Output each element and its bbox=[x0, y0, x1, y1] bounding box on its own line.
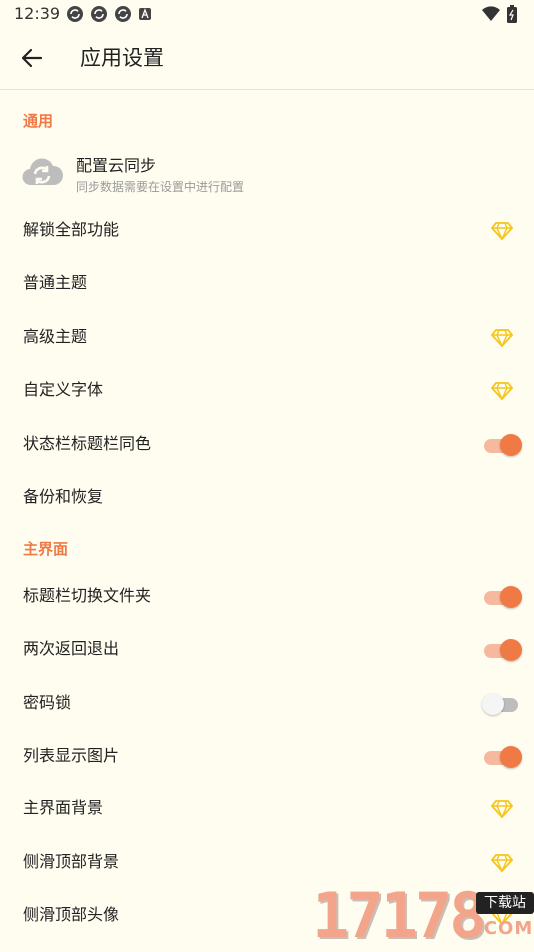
setting-label: 普通主题 bbox=[23, 273, 88, 292]
setting-label: 自定义字体 bbox=[23, 380, 104, 399]
setting-label: 主界面背景 bbox=[23, 798, 104, 817]
setting-label: 密码锁 bbox=[23, 693, 72, 712]
toggle-switch[interactable] bbox=[482, 638, 522, 662]
watermark-badge: 下载站 bbox=[476, 892, 534, 914]
setting-label: 两次返回退出 bbox=[23, 639, 120, 658]
setting-unlock-all[interactable]: 解锁全部功能 bbox=[0, 206, 534, 256]
premium-diamond-icon bbox=[482, 784, 522, 834]
premium-diamond-icon bbox=[482, 366, 522, 416]
status-bar: 12:39 bbox=[0, 0, 534, 28]
section-header-general: 通用 bbox=[23, 112, 54, 130]
premium-diamond-icon bbox=[482, 206, 522, 256]
status-time: 12:39 bbox=[14, 4, 61, 23]
setting-label: 高级主题 bbox=[23, 327, 88, 346]
setting-advanced-theme[interactable]: 高级主题 bbox=[0, 313, 534, 363]
setting-statusbar-color[interactable]: 状态栏标题栏同色 bbox=[0, 420, 534, 470]
toggle-switch[interactable] bbox=[482, 433, 522, 457]
setting-backup-restore[interactable]: 备份和恢复 bbox=[0, 473, 534, 523]
section-header-main-screen: 主界面 bbox=[23, 540, 69, 558]
setting-label: 解锁全部功能 bbox=[23, 220, 120, 239]
cloud-sync-subtitle: 同步数据需要在设置中进行配置 bbox=[76, 180, 245, 194]
watermark-number: 17178 bbox=[312, 879, 487, 952]
back-button[interactable] bbox=[16, 42, 48, 74]
setting-label: 列表显示图片 bbox=[23, 746, 120, 765]
app-notification-icon bbox=[139, 8, 151, 20]
watermark-domain: .COM bbox=[476, 918, 534, 939]
notification-icons bbox=[66, 5, 152, 23]
setting-double-back-exit[interactable]: 两次返回退出 bbox=[0, 625, 534, 675]
sync-notification-icon bbox=[67, 6, 83, 22]
cloud-sync-title: 配置云同步 bbox=[76, 156, 157, 175]
premium-diamond-icon bbox=[482, 313, 522, 363]
cloud-sync-row[interactable]: 配置云同步 同步数据需要在设置中进行配置 bbox=[0, 143, 534, 205]
setting-titlebar-folder-switch[interactable]: 标题栏切换文件夹 bbox=[0, 572, 534, 622]
toggle-switch[interactable] bbox=[482, 692, 522, 716]
wifi-icon bbox=[482, 6, 500, 22]
cloud-sync-icon bbox=[22, 158, 63, 186]
battery-icon bbox=[507, 5, 517, 23]
setting-label: 侧滑顶部背景 bbox=[23, 852, 120, 871]
sync-notification-icon bbox=[115, 6, 131, 22]
setting-label: 状态栏标题栏同色 bbox=[23, 434, 152, 453]
setting-custom-font[interactable]: 自定义字体 bbox=[0, 366, 534, 416]
setting-label: 标题栏切换文件夹 bbox=[23, 586, 152, 605]
setting-list-show-images[interactable]: 列表显示图片 bbox=[0, 732, 534, 782]
arrow-back-icon bbox=[21, 48, 43, 68]
setting-password-lock[interactable]: 密码锁 bbox=[0, 679, 534, 729]
toggle-switch[interactable] bbox=[482, 745, 522, 769]
setting-main-background[interactable]: 主界面背景 bbox=[0, 784, 534, 834]
premium-diamond-icon bbox=[482, 838, 522, 888]
page-title: 应用设置 bbox=[80, 46, 164, 70]
setting-normal-theme[interactable]: 普通主题 bbox=[0, 259, 534, 309]
setting-label: 备份和恢复 bbox=[23, 487, 104, 506]
app-bar: 应用设置 bbox=[0, 28, 534, 90]
setting-label: 侧滑顶部头像 bbox=[23, 905, 120, 924]
system-icons bbox=[482, 5, 518, 23]
site-watermark: 17178 下载站 .COM bbox=[308, 882, 534, 950]
sync-notification-icon bbox=[91, 6, 107, 22]
toggle-switch[interactable] bbox=[482, 585, 522, 609]
